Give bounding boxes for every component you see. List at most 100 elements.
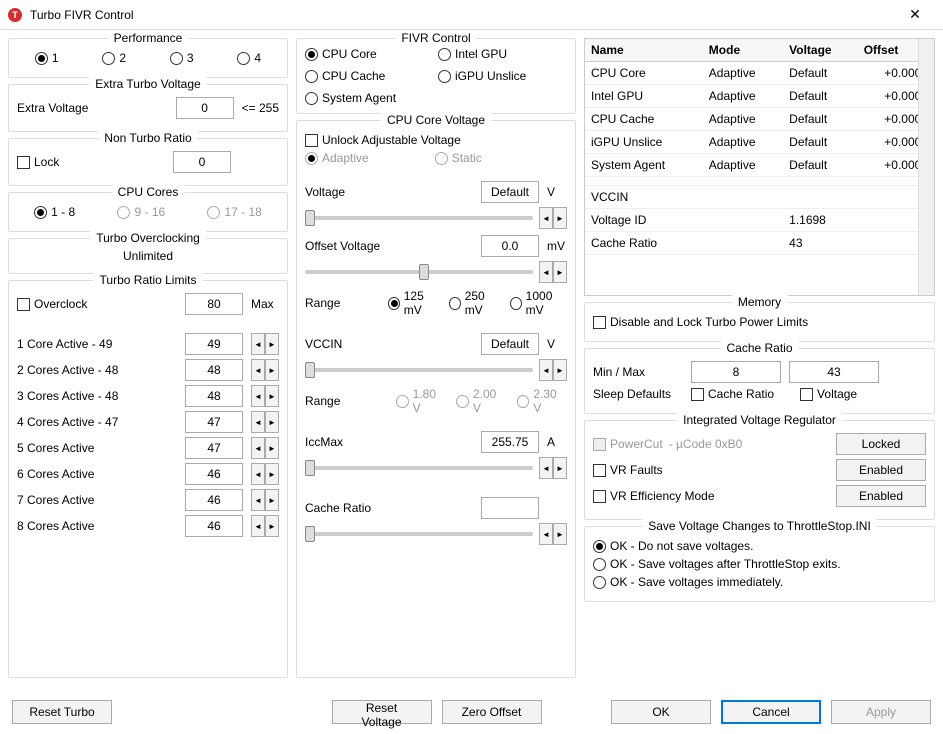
table-scroll-y[interactable] <box>918 39 934 295</box>
locked-status[interactable]: Locked <box>836 433 926 455</box>
turbo-row-input[interactable] <box>185 437 243 459</box>
table-header[interactable]: Name <box>585 39 703 62</box>
cpu-voltage-group: CPU Core Voltage Unlock Adjustable Volta… <box>296 120 576 678</box>
fivr-radio[interactable]: CPU Cache <box>305 69 434 83</box>
offset-slider[interactable] <box>305 270 533 274</box>
turbo-row-input[interactable] <box>185 333 243 355</box>
sleep-voltage-checkbox[interactable]: Voltage <box>800 387 857 401</box>
perf-radio-4[interactable]: 4 <box>237 51 261 65</box>
turbo-inc[interactable]: ► <box>265 359 279 381</box>
turbo-dec[interactable]: ◄ <box>251 489 265 511</box>
lock-checkbox[interactable]: Lock <box>17 155 59 169</box>
offset-inc[interactable]: ► <box>553 261 567 283</box>
offset-dec[interactable]: ◄ <box>539 261 553 283</box>
vccin-inc[interactable]: ► <box>553 359 567 381</box>
icc-dec[interactable]: ◄ <box>539 457 553 479</box>
turbo-inc[interactable]: ► <box>265 489 279 511</box>
cache-ratio-input[interactable] <box>481 497 539 519</box>
overclock-checkbox[interactable]: Overclock <box>17 297 87 311</box>
table-row[interactable]: VCCIN <box>585 186 934 209</box>
turbo-dec[interactable]: ◄ <box>251 359 265 381</box>
fivr-radio[interactable]: System Agent <box>305 91 434 105</box>
range-radio[interactable]: 250 mV <box>449 289 500 317</box>
table-row[interactable]: Intel GPUAdaptiveDefault+0.0000 <box>585 85 934 108</box>
table-header[interactable]: Mode <box>703 39 783 62</box>
turbo-row-input[interactable] <box>185 463 243 485</box>
perf-radio-2[interactable]: 2 <box>102 51 126 65</box>
table-header[interactable]: Voltage <box>783 39 858 62</box>
save-radio[interactable]: OK - Save voltages immediately. <box>593 575 783 589</box>
turbo-row-input[interactable] <box>185 515 243 537</box>
cancel-button[interactable]: Cancel <box>721 700 821 724</box>
ok-button[interactable]: OK <box>611 700 711 724</box>
turbo-dec[interactable]: ◄ <box>251 437 265 459</box>
vrange-radio: 2.30 V <box>517 387 567 415</box>
table-row[interactable]: Voltage ID1.1698 <box>585 209 934 232</box>
turbo-row-input[interactable] <box>185 385 243 407</box>
cores-radio[interactable]: 1 - 8 <box>34 205 75 219</box>
table-row[interactable]: CPU CacheAdaptiveDefault+0.0000 <box>585 108 934 131</box>
table-row[interactable] <box>585 177 934 186</box>
turbo-inc[interactable]: ► <box>265 411 279 433</box>
overclock-input[interactable] <box>185 293 243 315</box>
cache-min-input[interactable] <box>691 361 781 383</box>
vccin-input[interactable] <box>481 333 539 355</box>
non-turbo-input[interactable] <box>173 151 231 173</box>
reset-turbo-button[interactable]: Reset Turbo <box>12 700 112 724</box>
zero-offset-button[interactable]: Zero Offset <box>442 700 542 724</box>
turbo-dec[interactable]: ◄ <box>251 333 265 355</box>
extra-voltage-input[interactable] <box>176 97 234 119</box>
vccin-dec[interactable]: ◄ <box>539 359 553 381</box>
turbo-dec[interactable]: ◄ <box>251 411 265 433</box>
cache-max-input[interactable] <box>789 361 879 383</box>
vrfaults-checkbox[interactable]: VR Faults <box>593 463 663 477</box>
reset-voltage-button[interactable]: Reset Voltage <box>332 700 432 724</box>
fivr-radio[interactable]: Intel GPU <box>438 47 567 61</box>
perf-radio-1[interactable]: 1 <box>35 51 59 65</box>
turbo-inc[interactable]: ► <box>265 437 279 459</box>
table-row[interactable]: iGPU UnsliceAdaptiveDefault+0.0000 <box>585 131 934 154</box>
cache-dec[interactable]: ◄ <box>539 523 553 545</box>
table-row[interactable]: System AgentAdaptiveDefault+0.0000 <box>585 154 934 177</box>
sleep-cache-checkbox[interactable]: Cache Ratio <box>691 387 774 401</box>
turbo-inc[interactable]: ► <box>265 385 279 407</box>
save-radio[interactable]: OK - Do not save voltages. <box>593 539 753 553</box>
turbo-dec[interactable]: ◄ <box>251 463 265 485</box>
turbo-dec[interactable]: ◄ <box>251 385 265 407</box>
unlock-checkbox[interactable]: Unlock Adjustable Voltage <box>305 133 461 147</box>
save-radio[interactable]: OK - Save voltages after ThrottleStop ex… <box>593 557 841 571</box>
icc-input[interactable] <box>481 431 539 453</box>
turbo-dec[interactable]: ◄ <box>251 515 265 537</box>
fivr-radio[interactable]: iGPU Unslice <box>438 69 567 83</box>
turbo-inc[interactable]: ► <box>265 463 279 485</box>
turbo-inc[interactable]: ► <box>265 515 279 537</box>
voltage-slider[interactable] <box>305 216 533 220</box>
table-row[interactable]: CPU CoreAdaptiveDefault+0.0000 <box>585 62 934 85</box>
apply-button[interactable]: Apply <box>831 700 931 724</box>
turbo-row-input[interactable] <box>185 411 243 433</box>
range-radio[interactable]: 125 mV <box>388 289 439 317</box>
voltage-inc[interactable]: ► <box>553 207 567 229</box>
vccin-slider[interactable] <box>305 368 533 372</box>
close-icon[interactable]: ✕ <box>895 6 935 23</box>
range-radio[interactable]: 1000 mV <box>510 289 567 317</box>
table-row[interactable]: Cache Ratio43 <box>585 232 934 255</box>
turbo-row-input[interactable] <box>185 489 243 511</box>
voltage-table[interactable]: NameModeVoltageOffset CPU CoreAdaptiveDe… <box>584 38 935 296</box>
fivr-radio[interactable]: CPU Core <box>305 47 434 61</box>
perf-radio-3[interactable]: 3 <box>170 51 194 65</box>
turbo-inc[interactable]: ► <box>265 333 279 355</box>
vreff-status[interactable]: Enabled <box>836 485 926 507</box>
voltage-dec[interactable]: ◄ <box>539 207 553 229</box>
turbo-row-input[interactable] <box>185 359 243 381</box>
cache-inc[interactable]: ► <box>553 523 567 545</box>
voltage-input[interactable] <box>481 181 539 203</box>
disable-lock-checkbox[interactable]: Disable and Lock Turbo Power Limits <box>593 315 808 329</box>
sleep-label: Sleep Defaults <box>593 387 683 401</box>
cache-slider[interactable] <box>305 532 533 536</box>
icc-slider[interactable] <box>305 466 533 470</box>
icc-inc[interactable]: ► <box>553 457 567 479</box>
vreff-checkbox[interactable]: VR Efficiency Mode <box>593 489 715 503</box>
vrfaults-status[interactable]: Enabled <box>836 459 926 481</box>
offset-input[interactable] <box>481 235 539 257</box>
